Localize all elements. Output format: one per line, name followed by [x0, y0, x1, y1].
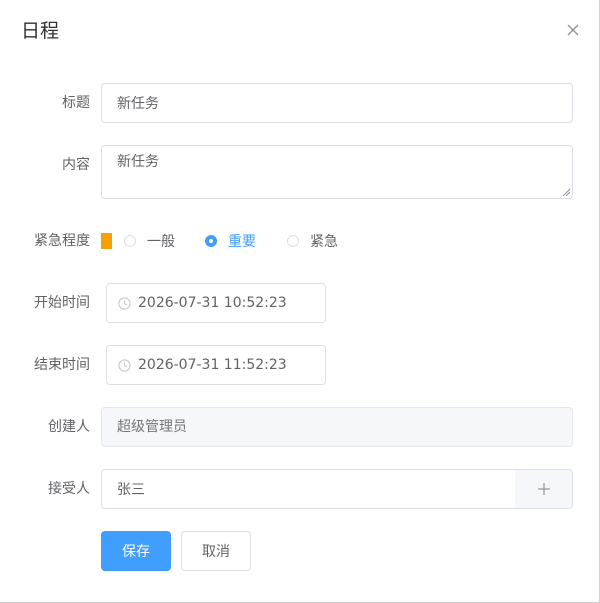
creator-label: 创建人: [48, 419, 90, 435]
radio-label-normal: 一般: [147, 234, 175, 250]
radio-label-important: 重要: [228, 234, 256, 250]
urgency-indicator: [101, 233, 112, 249]
plus-icon: [537, 483, 550, 495]
add-assignee-button[interactable]: [515, 469, 573, 509]
clock-icon: [118, 358, 131, 372]
end-time-label: 结束时间: [34, 357, 90, 373]
dialog-title: 日程: [21, 20, 60, 42]
title-label: 标题: [62, 95, 90, 111]
clock-icon: [118, 296, 131, 310]
end-time-picker[interactable]: 2026-07-31 11:52:23: [106, 345, 326, 385]
content-textarea-wrapper: 新任务: [101, 145, 573, 199]
start-time-picker[interactable]: 2026-07-31 10:52:23: [106, 283, 326, 323]
radio-circle-important[interactable]: [205, 235, 217, 247]
assignee-label: 接受人: [48, 481, 90, 497]
start-time-value: 2026-07-31 10:52:23: [138, 295, 287, 311]
radio-normal[interactable]: 一般: [124, 231, 175, 251]
radio-important[interactable]: 重要: [205, 231, 256, 251]
creator-input: [101, 407, 573, 447]
save-button[interactable]: 保存: [101, 531, 171, 571]
title-input[interactable]: [101, 83, 573, 123]
content-textarea[interactable]: 新任务: [101, 145, 573, 199]
radio-circle-urgent[interactable]: [287, 235, 299, 247]
schedule-dialog: 日程 标题 内容 新任务 紧急程度 一般 重要 紧急 开始时间: [0, 0, 600, 603]
end-time-value: 2026-07-31 11:52:23: [138, 357, 287, 373]
radio-circle-normal[interactable]: [124, 235, 136, 247]
resize-handle-icon[interactable]: [562, 188, 570, 196]
content-label: 内容: [62, 157, 90, 173]
cancel-button[interactable]: 取消: [181, 531, 251, 571]
radio-urgent[interactable]: 紧急: [287, 231, 338, 251]
urgency-label: 紧急程度: [34, 233, 90, 249]
assignee-input[interactable]: [101, 469, 516, 509]
close-icon: [567, 24, 579, 36]
radio-label-urgent: 紧急: [310, 234, 338, 250]
close-button[interactable]: [562, 19, 584, 41]
start-time-label: 开始时间: [34, 295, 90, 311]
